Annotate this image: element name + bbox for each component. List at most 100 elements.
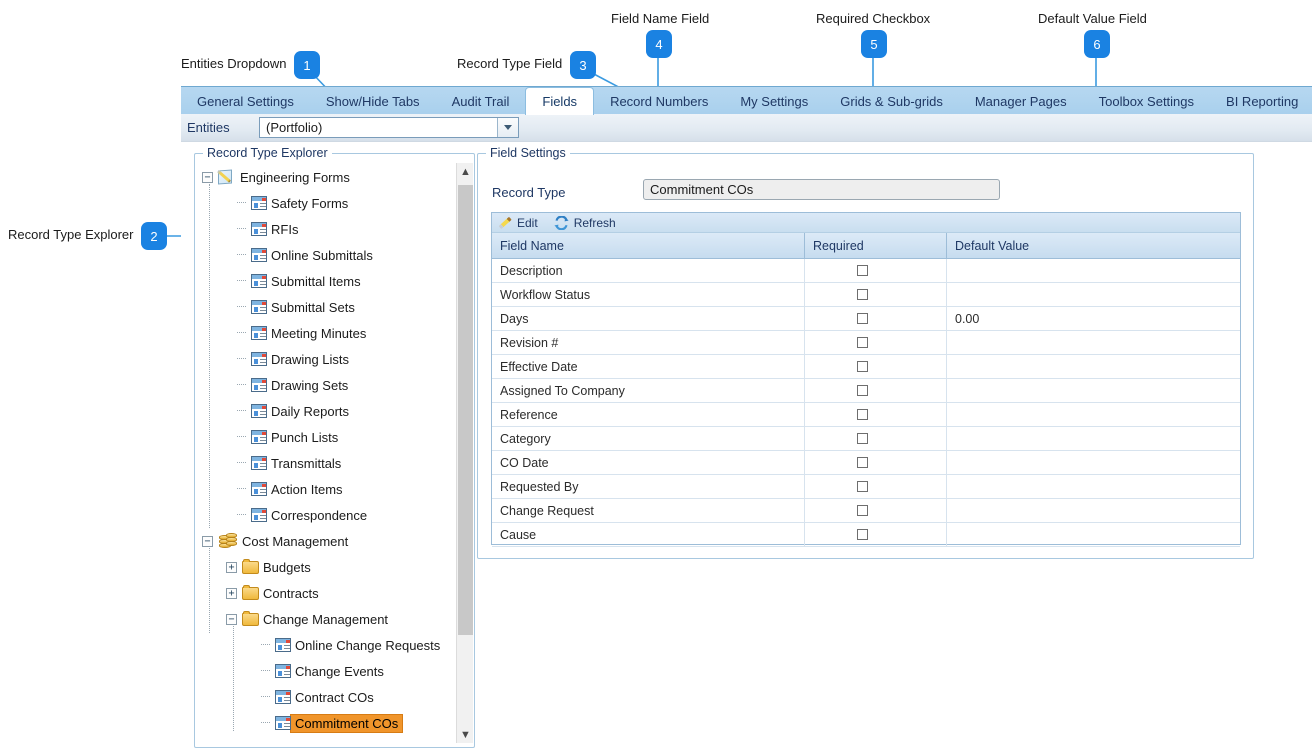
tree-item[interactable]: Change Events xyxy=(196,658,456,684)
form-icon xyxy=(275,638,291,652)
expand-icon[interactable]: + xyxy=(226,561,237,573)
tree-item[interactable]: Submittal Items xyxy=(196,268,456,294)
required-checkbox[interactable] xyxy=(857,385,868,396)
cell-field-name: Workflow Status xyxy=(492,283,805,306)
scrollbar-thumb[interactable] xyxy=(458,185,473,635)
tree-item[interactable]: Contract COs xyxy=(196,684,456,710)
chevron-down-icon[interactable] xyxy=(497,118,518,137)
form-icon xyxy=(251,274,267,288)
cell-required xyxy=(805,403,947,426)
tree-item[interactable]: Safety Forms xyxy=(196,190,456,216)
tree-item[interactable]: Submittal Sets xyxy=(196,294,456,320)
tree-item[interactable]: − Engineering Forms xyxy=(196,164,456,190)
table-row[interactable]: Effective Date xyxy=(492,355,1240,379)
record-type-value: Commitment COs xyxy=(650,182,754,197)
callout-number: 4 xyxy=(655,36,663,52)
tree-item[interactable]: Punch Lists xyxy=(196,424,456,450)
table-row[interactable]: Cause xyxy=(492,523,1240,547)
table-row[interactable]: Description xyxy=(492,259,1240,283)
table-row[interactable]: Requested By xyxy=(492,475,1240,499)
tab-general-settings[interactable]: General Settings xyxy=(181,87,310,115)
tree-connector xyxy=(237,228,246,230)
scroll-down-icon[interactable]: ▼ xyxy=(457,726,474,743)
required-checkbox[interactable] xyxy=(857,409,868,420)
tab-toolbox-settings[interactable]: Toolbox Settings xyxy=(1083,87,1210,115)
tree-item[interactable]: + Budgets xyxy=(196,554,456,580)
required-checkbox[interactable] xyxy=(857,361,868,372)
folder-icon xyxy=(242,610,259,626)
tab-label: Toolbox Settings xyxy=(1098,93,1195,109)
tree-item[interactable]: Meeting Minutes xyxy=(196,320,456,346)
tree-item[interactable]: Daily Reports xyxy=(196,398,456,424)
content-area: Record Type Explorer − Engineering Forms S… xyxy=(181,142,1312,752)
tree-item[interactable]: + Contracts xyxy=(196,580,456,606)
callout-label-5: Required Checkbox xyxy=(816,11,931,26)
tab-my-settings[interactable]: My Settings xyxy=(724,87,824,115)
tree-item[interactable]: RFIs xyxy=(196,216,456,242)
form-icon xyxy=(251,508,267,522)
tab-fields[interactable]: Fields xyxy=(525,87,595,115)
cell-field-name: Revision # xyxy=(492,331,805,354)
tab-audit-trail[interactable]: Audit Trail xyxy=(436,87,526,115)
refresh-button[interactable]: Refresh xyxy=(548,213,626,233)
tree-item[interactable]: Online Submittals xyxy=(196,242,456,268)
table-row[interactable]: CO Date xyxy=(492,451,1240,475)
tree-connector xyxy=(261,670,270,672)
form-icon xyxy=(251,482,267,496)
tree-connector xyxy=(261,644,270,646)
form-icon xyxy=(251,300,267,314)
cell-default-value xyxy=(947,403,1240,426)
table-row[interactable]: Assigned To Company xyxy=(492,379,1240,403)
column-header-default-value[interactable]: Default Value xyxy=(947,233,1240,258)
folder-icon xyxy=(242,558,259,574)
tree-item[interactable]: Online Change Requests xyxy=(196,632,456,658)
tree-item[interactable]: Drawing Sets xyxy=(196,372,456,398)
table-row[interactable]: Days 0.00 xyxy=(492,307,1240,331)
table-row[interactable]: Workflow Status xyxy=(492,283,1240,307)
required-checkbox[interactable] xyxy=(857,433,868,444)
tree-item[interactable]: Drawing Lists xyxy=(196,346,456,372)
tree-item[interactable]: Transmittals xyxy=(196,450,456,476)
required-checkbox[interactable] xyxy=(857,289,868,300)
record-type-tree[interactable]: − Engineering Forms Safety Forms RFIs Online… xyxy=(196,164,456,742)
table-row[interactable]: Reference xyxy=(492,403,1240,427)
tree-item-label-selected: Commitment COs xyxy=(289,713,404,733)
tab-record-numbers[interactable]: Record Numbers xyxy=(594,87,724,115)
tab-manager-pages[interactable]: Manager Pages xyxy=(959,87,1083,115)
entities-dropdown[interactable]: (Portfolio) xyxy=(259,117,519,138)
expand-icon[interactable]: + xyxy=(226,587,237,599)
cell-field-name: Reference xyxy=(492,403,805,426)
record-type-explorer-panel: Record Type Explorer − Engineering Forms S… xyxy=(194,146,475,748)
tab-grids-sub-grids[interactable]: Grids & Sub-grids xyxy=(824,87,959,115)
required-checkbox[interactable] xyxy=(857,481,868,492)
cell-field-name: Description xyxy=(492,259,805,282)
tree-item[interactable]: Commitment COs xyxy=(196,710,456,736)
tree-item[interactable]: Correspondence xyxy=(196,502,456,528)
callout-badge-1: 1 xyxy=(294,51,320,79)
required-checkbox[interactable] xyxy=(857,529,868,540)
required-checkbox[interactable] xyxy=(857,337,868,348)
required-checkbox[interactable] xyxy=(857,505,868,516)
column-header-required[interactable]: Required xyxy=(805,233,947,258)
cell-field-name: Cause xyxy=(492,523,805,546)
scroll-up-icon[interactable]: ▲ xyxy=(457,163,474,180)
tree-scrollbar[interactable]: ▲ ▼ xyxy=(456,163,473,743)
collapse-icon[interactable]: − xyxy=(202,171,213,183)
tab-show-hide-tabs[interactable]: Show/Hide Tabs xyxy=(310,87,436,115)
record-type-field[interactable]: Commitment COs xyxy=(643,179,1000,200)
tree-item[interactable]: − Cost Management xyxy=(196,528,456,554)
tab-bi-reporting[interactable]: BI Reporting xyxy=(1210,87,1312,115)
tree-item[interactable]: Action Items xyxy=(196,476,456,502)
table-row[interactable]: Revision # xyxy=(492,331,1240,355)
table-row[interactable]: Change Request xyxy=(492,499,1240,523)
required-checkbox[interactable] xyxy=(857,265,868,276)
collapse-icon[interactable]: − xyxy=(202,535,213,547)
cell-required xyxy=(805,523,947,546)
collapse-icon[interactable]: − xyxy=(226,613,237,625)
table-row[interactable]: Category xyxy=(492,427,1240,451)
required-checkbox[interactable] xyxy=(857,313,868,324)
required-checkbox[interactable] xyxy=(857,457,868,468)
tree-item[interactable]: − Change Management xyxy=(196,606,456,632)
column-header-field-name[interactable]: Field Name xyxy=(492,233,805,258)
edit-button[interactable]: Edit xyxy=(492,213,548,233)
